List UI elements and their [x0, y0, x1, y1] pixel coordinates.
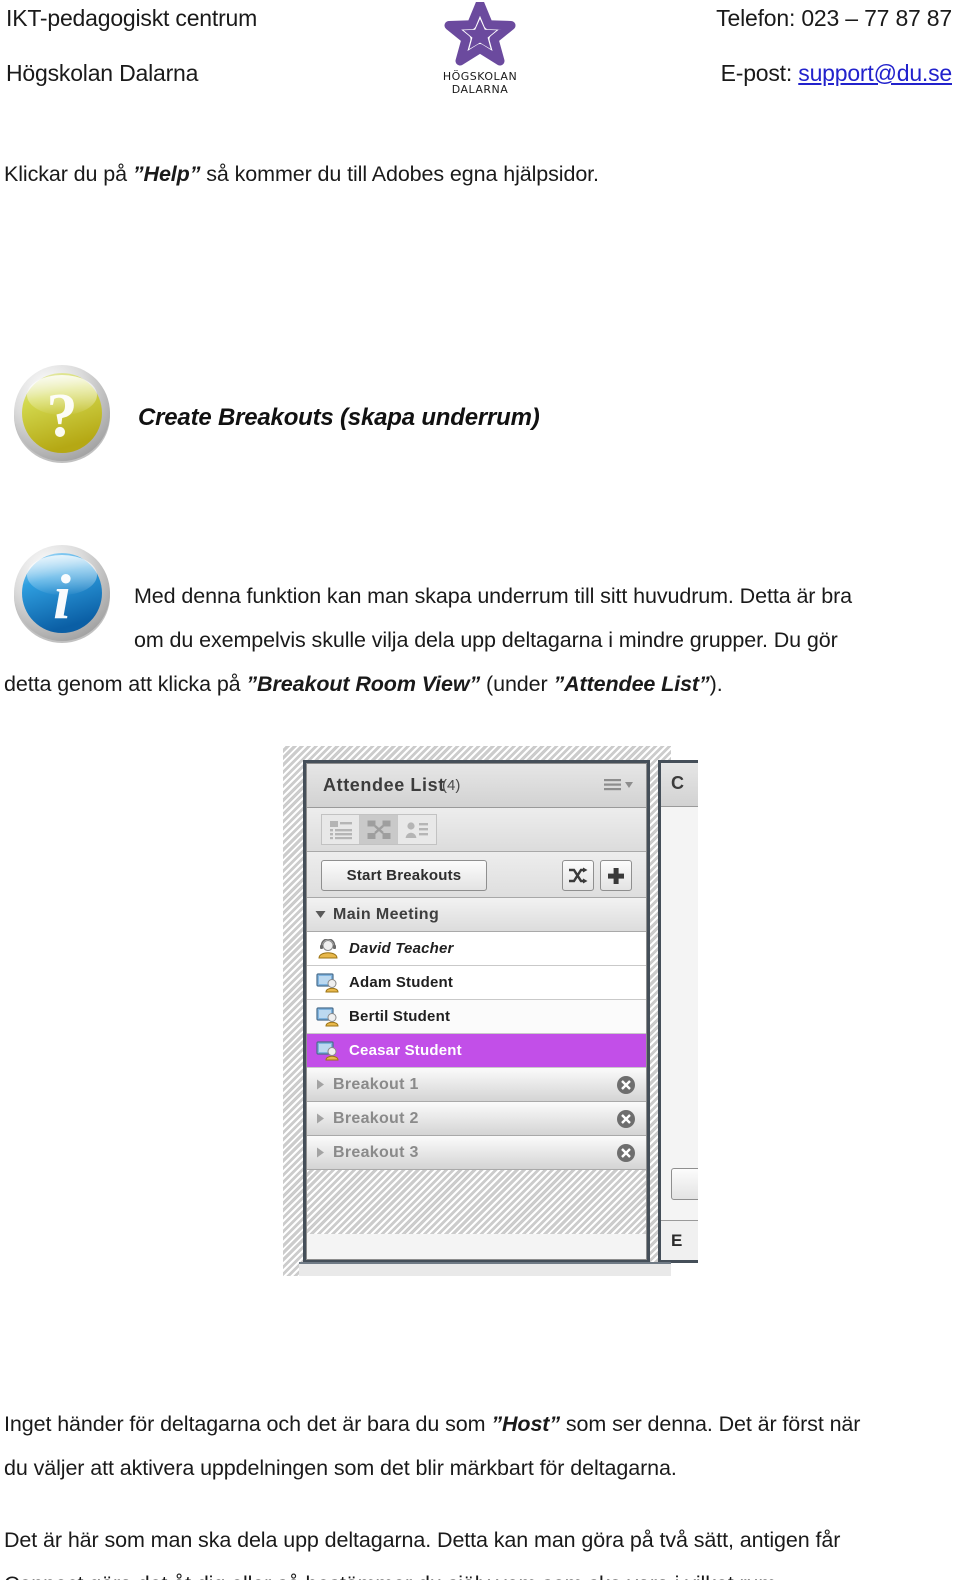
info-line3-post: ).: [709, 672, 723, 696]
triangle-right-icon[interactable]: [307, 1147, 333, 1158]
hamburger-menu-icon[interactable]: [604, 778, 634, 794]
empty-drop-area[interactable]: [307, 1170, 646, 1234]
star-logo-icon: [444, 2, 516, 66]
attendee-list-emphasis: ”Attendee List”: [553, 672, 710, 696]
breakout-row[interactable]: Breakout 2: [307, 1102, 646, 1136]
footer-p1-line2: du väljer att aktivera uppdelningen som …: [4, 1456, 677, 1480]
breakout-label: Breakout 1: [333, 1075, 419, 1093]
attendee-name: Ceasar Student: [349, 1042, 462, 1059]
start-breakouts-button[interactable]: Start Breakouts: [321, 860, 487, 891]
plus-icon[interactable]: [600, 860, 632, 891]
table-row[interactable]: David Teacher: [307, 932, 646, 966]
attendee-list-pod: Attendee List (4) Start Breakouts Main M…: [303, 760, 650, 1263]
help-text-pre: Klickar du på: [4, 162, 133, 186]
footer-paragraph-1: Inget händer för deltagarna och det är b…: [4, 1402, 939, 1490]
breakout-view-icon[interactable]: [360, 815, 398, 844]
breakout-label: Breakout 2: [333, 1109, 419, 1127]
info-line3-mid: (under: [480, 672, 554, 696]
header-contact-block: Telefon: 023 – 77 87 87 E-post: support@…: [552, 0, 952, 86]
attendee-name: Bertil Student: [349, 1008, 451, 1025]
section-title: Create Breakouts (skapa underrum): [138, 404, 540, 431]
app-top-strip: [283, 746, 671, 758]
breakout-row[interactable]: Breakout 3: [307, 1136, 646, 1170]
participant-avatar-icon: [307, 972, 349, 993]
host-emphasis: ”Host”: [491, 1412, 561, 1436]
adjacent-pod-button[interactable]: [671, 1168, 698, 1200]
close-circle-icon[interactable]: [616, 1109, 636, 1129]
shuffle-icon[interactable]: [562, 860, 594, 891]
adjacent-pod-title: C: [661, 763, 698, 807]
breakout-row[interactable]: Breakout 1: [307, 1068, 646, 1102]
help-text-post: så kommer du till Adobes egna hjälpsidor…: [200, 162, 599, 186]
footer-paragraph-2: Det är här som man ska dela upp deltagar…: [4, 1518, 939, 1580]
app-bottom-strip: [299, 1262, 671, 1276]
svg-text:?: ?: [47, 382, 78, 450]
section-heading-block: ? Create Breakouts (skapa underrum): [4, 362, 934, 502]
table-row[interactable]: Adam Student: [307, 966, 646, 1000]
group-label: Main Meeting: [333, 905, 440, 923]
attendee-rows: Main Meeting David Teacher Adam Student …: [307, 898, 646, 1259]
email-label: E-post:: [720, 60, 793, 86]
org-unit-name: IKT-pedagogiskt centrum: [6, 5, 258, 31]
triangle-right-icon[interactable]: [307, 1079, 333, 1090]
logo-text-line1: HÖGSKOLAN: [442, 70, 518, 83]
document-header: IKT-pedagogiskt centrum Högskolan Dalarn…: [0, 0, 960, 112]
info-line3-pre: detta genom att klicka på: [4, 672, 247, 696]
attendee-name: David Teacher: [349, 940, 454, 957]
connect-screenshot: C E Attendee List (4) Start Breakouts Ma…: [283, 746, 698, 1276]
app-left-strip: [283, 746, 299, 1276]
list-view-icon[interactable]: [322, 815, 360, 844]
info-line-3: detta genom att klicka på ”Breakout Room…: [4, 662, 944, 706]
table-row[interactable]: Ceasar Student: [307, 1034, 646, 1068]
breakout-room-view-emphasis: ”Breakout Room View”: [246, 672, 481, 696]
header-left-block: IKT-pedagogiskt centrum Högskolan Dalarn…: [6, 0, 426, 86]
footer-p2-line2: Connect göra det åt dig eller så bestämm…: [4, 1562, 939, 1580]
participant-avatar-icon: [307, 1006, 349, 1027]
breakout-label: Breakout 3: [333, 1143, 419, 1161]
person-detail-view-icon[interactable]: [398, 815, 436, 844]
help-text-emphasis: ”Help”: [132, 162, 201, 186]
pod-title: Attendee List: [323, 775, 445, 795]
pod-title-bar: Attendee List (4): [307, 764, 646, 808]
email-line: E-post: support@du.se: [552, 60, 953, 86]
attendee-count: (4): [442, 777, 461, 794]
footer-p1-pre: Inget händer för deltagarna och det är b…: [4, 1412, 492, 1436]
email-link[interactable]: support@du.se: [798, 60, 952, 86]
footer-p1-post: som ser denna. Det är först när: [560, 1412, 861, 1436]
adjacent-pod-footer: E: [661, 1220, 698, 1260]
triangle-right-icon[interactable]: [307, 1113, 333, 1124]
adjacent-pod-partial: C E: [658, 760, 698, 1263]
question-mark-icon: ?: [14, 365, 110, 463]
info-line-1: Med denna funktion kan man skapa underru…: [134, 584, 853, 608]
participant-avatar-icon: [307, 1040, 349, 1061]
logo: HÖGSKOLAN DALARNA: [415, 2, 545, 96]
table-row[interactable]: Bertil Student: [307, 1000, 646, 1034]
attendee-name: Adam Student: [349, 974, 454, 991]
host-avatar-icon: [307, 938, 349, 959]
footer-p2-line1: Det är här som man ska dela upp deltagar…: [4, 1528, 841, 1552]
org-name: Högskolan Dalarna: [6, 60, 199, 86]
view-mode-group: [321, 814, 437, 845]
close-circle-icon[interactable]: [616, 1075, 636, 1095]
attendee-list-pod-inner: Attendee List (4) Start Breakouts Main M…: [306, 763, 647, 1260]
logo-text-line2: DALARNA: [451, 83, 509, 96]
group-row-main-meeting[interactable]: Main Meeting: [307, 898, 646, 932]
phone-number: Telefon: 023 – 77 87 87: [716, 5, 952, 31]
pod-action-toolbar: Start Breakouts: [307, 852, 646, 898]
close-circle-icon[interactable]: [616, 1143, 636, 1163]
pod-view-toolbar: [307, 808, 646, 852]
triangle-down-icon[interactable]: [307, 910, 333, 919]
info-line-2: om du exempelvis skulle vilja dela upp d…: [134, 628, 838, 652]
info-paragraph: Med denna funktion kan man skapa underru…: [4, 574, 944, 706]
help-paragraph: Klickar du på ”Help” så kommer du till A…: [4, 152, 934, 196]
